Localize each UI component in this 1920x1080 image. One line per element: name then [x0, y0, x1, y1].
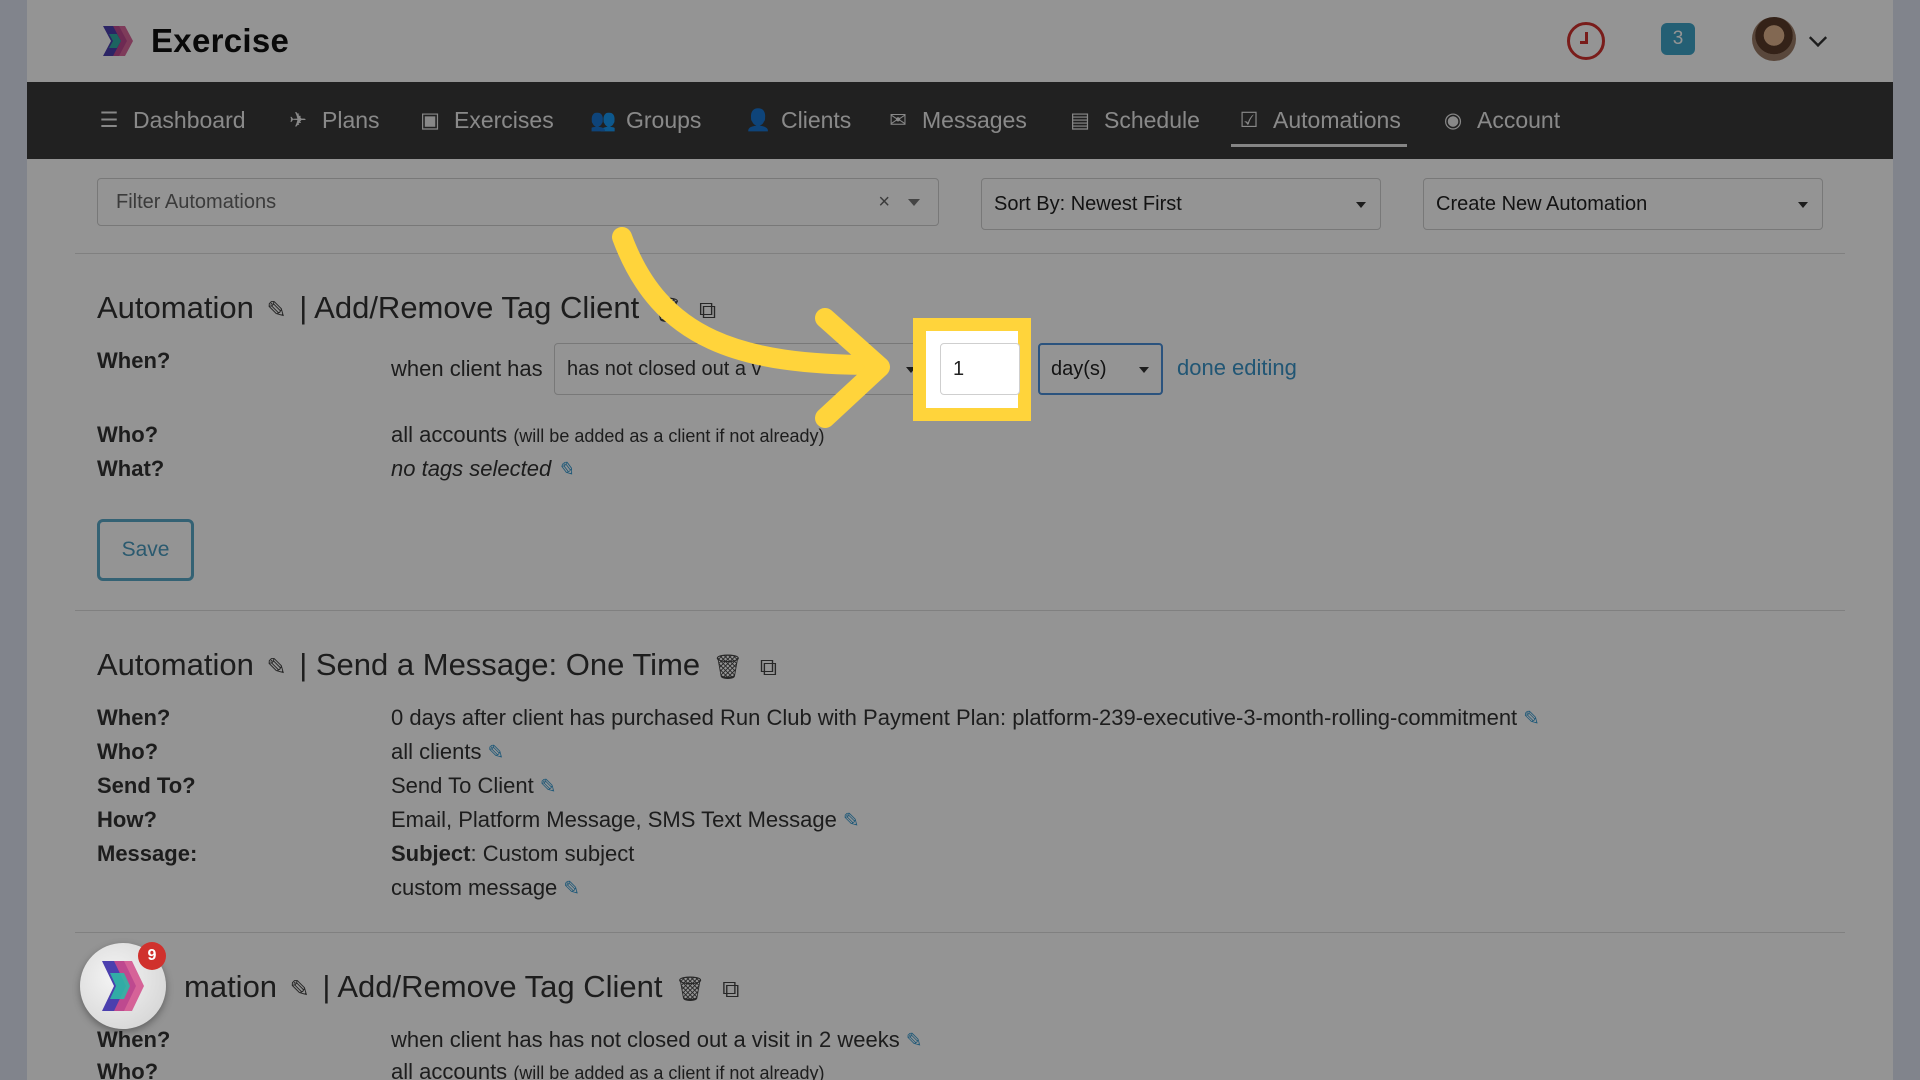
bird-icon: ✈	[289, 109, 307, 132]
caret-down-icon	[1356, 202, 1366, 208]
message-value: custom message ✎	[391, 875, 581, 900]
filter-automations-input[interactable]: Filter Automations ×	[97, 178, 939, 226]
app-window: Exercise 3 ☰ Dashboard ✈ Plans ▣ Exercis…	[27, 0, 1893, 1080]
caret-down-icon	[1798, 202, 1808, 208]
clear-icon[interactable]: ×	[878, 191, 890, 214]
copy-icon[interactable]: ⧉	[699, 297, 716, 324]
nav-label: Automations	[1273, 107, 1401, 133]
check-square-icon: ☑	[1239, 109, 1259, 132]
nav-label: Plans	[322, 107, 380, 133]
divider	[75, 610, 1845, 611]
what-label: What?	[97, 456, 165, 481]
pencil-icon[interactable]: ✎	[557, 459, 574, 481]
pencil-icon[interactable]: ✎	[266, 297, 286, 324]
chevron-down-icon[interactable]	[1808, 28, 1828, 48]
when-label: When?	[97, 705, 171, 730]
unit-select[interactable]: day(s)	[1038, 343, 1163, 395]
sort-value: Sort By: Newest First	[994, 193, 1182, 215]
trash-icon[interactable]: 🗑	[652, 297, 682, 324]
create-value: Create New Automation	[1436, 193, 1648, 215]
nav-label: Messages	[922, 107, 1027, 133]
pencil-icon[interactable]: ✎	[290, 976, 310, 1003]
brand-name: Exercise	[151, 22, 290, 59]
who-value: all accounts (will be added as a client …	[391, 1059, 825, 1080]
subject-value: Subject: Custom subject	[391, 841, 635, 866]
how-value: Email, Platform Message, SMS Text Messag…	[391, 807, 860, 832]
when-label: When?	[97, 348, 171, 373]
condition-value: has not closed out a v	[567, 358, 762, 380]
condition-select[interactable]: has not closed out a v	[554, 343, 929, 395]
message-label: Message:	[97, 841, 198, 866]
sort-select[interactable]: Sort By: Newest First	[981, 178, 1381, 230]
send-to-label: Send To?	[97, 773, 196, 798]
square-icon: ▣	[420, 109, 440, 132]
avatar[interactable]	[1752, 17, 1796, 61]
automation-title: mation ✎ | Add/Remove Tag Client 🗑 ⧉	[184, 969, 740, 1004]
group-icon: 👥	[590, 108, 617, 132]
caret-down-icon[interactable]	[908, 199, 920, 206]
notification-badge[interactable]: 3	[1661, 23, 1695, 55]
nav-label: Account	[1477, 107, 1561, 133]
when-value: when client has has not closed out a vis…	[391, 1027, 923, 1052]
nav-groups[interactable]: 👥 Groups	[590, 82, 701, 159]
highlighted-amount-input[interactable]	[940, 343, 1020, 395]
divider	[75, 932, 1845, 933]
list-icon: ☰	[99, 109, 119, 132]
pencil-icon[interactable]: ✎	[487, 742, 504, 764]
unit-value: day(s)	[1051, 358, 1107, 380]
trash-icon[interactable]: 🗑	[675, 976, 705, 1003]
who-label: Who?	[97, 739, 159, 764]
when-label: When?	[97, 1027, 171, 1052]
pencil-icon[interactable]: ✎	[906, 1030, 923, 1052]
who-label: Who?	[97, 422, 159, 447]
when-prefix: when client has	[391, 356, 543, 381]
trash-icon[interactable]: 🗑	[713, 654, 743, 681]
caret-down-icon	[1139, 367, 1149, 373]
done-editing-link[interactable]: done editing	[1177, 355, 1297, 381]
nav-plans[interactable]: ✈ Plans	[286, 82, 380, 159]
pencil-icon[interactable]: ✎	[1523, 708, 1540, 730]
nav-account[interactable]: ◉ Account	[1441, 82, 1560, 159]
nav-exercises[interactable]: ▣ Exercises	[418, 82, 554, 159]
nav-clients[interactable]: 👤 Clients	[745, 82, 851, 159]
nav-dashboard[interactable]: ☰ Dashboard	[97, 82, 246, 159]
what-value: no tags selected ✎	[391, 456, 574, 481]
app-logo[interactable]	[99, 22, 137, 60]
filter-placeholder: Filter Automations	[116, 191, 277, 213]
nav-label: Groups	[626, 107, 702, 133]
when-value: 0 days after client has purchased Run Cl…	[391, 705, 1540, 730]
copy-icon[interactable]: ⧉	[760, 654, 777, 681]
automation-title: Automation ✎ | Send a Message: One Time …	[97, 647, 777, 682]
user-icon: 👤	[745, 108, 772, 132]
launcher-badge: 9	[138, 942, 166, 970]
who-value: all accounts (will be added as a client …	[391, 422, 825, 447]
pencil-icon[interactable]: ✎	[843, 810, 860, 832]
main-nav: ☰ Dashboard ✈ Plans ▣ Exercises 👥 Groups…	[27, 82, 1893, 159]
nav-messages[interactable]: ✉ Messages	[886, 82, 1027, 159]
automation-title: Automation ✎ | Add/Remove Tag Client 🗑 ⧉	[97, 290, 717, 325]
who-label: Who?	[97, 1059, 159, 1080]
who-value: all clients ✎	[391, 739, 505, 764]
nav-schedule[interactable]: ▤ Schedule	[1068, 82, 1200, 159]
nav-label: Exercises	[454, 107, 554, 133]
create-automation-select[interactable]: Create New Automation	[1423, 178, 1823, 230]
book-icon: ▤	[1070, 109, 1090, 132]
nav-label: Clients	[781, 107, 852, 133]
nav-label: Dashboard	[133, 107, 246, 133]
pencil-icon[interactable]: ✎	[563, 878, 580, 900]
brand-bar: Exercise 3	[27, 0, 1893, 82]
user-circle-icon: ◉	[1443, 109, 1463, 132]
how-label: How?	[97, 807, 157, 832]
save-button[interactable]: Save	[97, 519, 194, 581]
nav-label: Schedule	[1104, 107, 1200, 133]
clock-icon[interactable]	[1567, 22, 1605, 60]
envelope-icon: ✉	[889, 109, 907, 132]
pencil-icon[interactable]: ✎	[266, 654, 286, 681]
send-to-value: Send To Client ✎	[391, 773, 557, 798]
copy-icon[interactable]: ⧉	[722, 976, 739, 1003]
pencil-icon[interactable]: ✎	[540, 776, 557, 798]
nav-automations[interactable]: ☑ Automations	[1231, 82, 1407, 159]
divider	[75, 253, 1845, 254]
